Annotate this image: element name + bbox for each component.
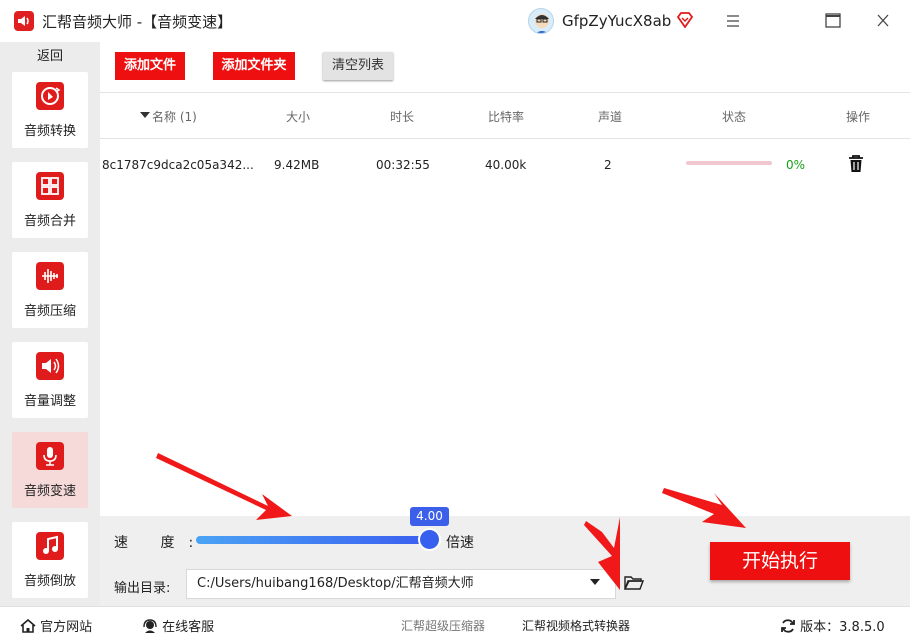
file-list: 名称 (1) 大小 时长 比特率 声道 状态 操作 8c1787c9dca2c0… [100,92,910,516]
music-note-icon [36,532,64,560]
speed-value-tooltip: 4.00 [410,507,449,526]
audio-merge-icon [36,172,64,200]
add-file-button[interactable]: 添加文件 [115,52,185,80]
sidebar: 返回 音频转换 音频合并 音频压缩 音量调整 音频变速 音频倒放 [0,42,100,606]
maximize-icon[interactable] [822,12,844,30]
speed-slider-handle[interactable] [420,530,439,549]
support-link[interactable]: 在线客服 [142,616,214,635]
support-label: 在线客服 [162,620,215,635]
file-size: 9.42MB [274,158,320,172]
speed-unit: 倍速 [446,535,474,551]
file-bitrate: 40.00k [485,158,527,172]
support-icon [143,619,157,633]
sort-caret-icon[interactable] [140,108,150,122]
start-button[interactable]: 开始执行 [710,542,850,580]
sidebar-item-label: 音频变速 [23,484,76,499]
back-button[interactable]: 返回 [10,46,90,68]
output-dir-label: 输出目录: [114,581,171,596]
status-percent: 0% [786,158,806,172]
sidebar-item-volume-adjust[interactable]: 音量调整 [12,342,88,418]
file-name: 8c1787c9dca2c05a342... [102,158,254,172]
sidebar-item-label: 音频压缩 [23,304,76,319]
avatar[interactable] [528,8,554,34]
sidebar-item-audio-compress[interactable]: 音频压缩 [12,252,88,328]
sidebar-item-label: 音频倒放 [23,574,76,589]
sidebar-item-audio-reverse[interactable]: 音频倒放 [12,522,88,598]
microphone-icon [36,442,64,470]
compressor-link[interactable]: 汇帮超级压缩器 [401,617,485,634]
status-bar: 官方网站 在线客服 汇帮超级压缩器 汇帮视频格式转换器 版本：3.8.5.0 [0,606,910,640]
speed-slider-track[interactable] [196,536,430,544]
sidebar-item-label: 音频合并 [23,214,76,229]
sidebar-item-label: 音频转换 [23,124,76,139]
settings-panel: 速 度: 4.00 倍速 输出目录: C:/Users/huibang168/D… [100,507,910,606]
clear-list-button[interactable]: 清空列表 [323,52,393,80]
home-icon [20,618,36,633]
title-bar: 汇帮音频大师 -【音频变速】 GfpZyYucX8ab [0,0,910,42]
website-label: 官方网站 [40,620,93,635]
column-name[interactable]: 名称 (1) [152,108,197,125]
sidebar-item-audio-convert[interactable]: 音频转换 [12,72,88,148]
trash-icon[interactable] [848,155,864,173]
column-status[interactable]: 状态 [722,108,746,125]
column-channels[interactable]: 声道 [598,108,622,125]
sidebar-item-audio-speed[interactable]: 音频变速 [12,432,88,508]
video-converter-link[interactable]: 汇帮视频格式转换器 [522,617,630,634]
audio-compress-icon [36,262,64,290]
close-icon[interactable] [872,12,894,30]
volume-adjust-icon [36,352,64,380]
audio-convert-icon [36,82,64,110]
column-duration[interactable]: 时长 [390,108,414,125]
progress-bar [686,161,772,165]
column-action: 操作 [846,110,871,124]
column-size[interactable]: 大小 [286,108,310,125]
toolbar: 添加文件 添加文件夹 清空列表 [100,42,910,92]
sidebar-item-label: 音量调整 [23,394,76,409]
add-folder-button[interactable]: 添加文件夹 [213,52,295,80]
version-label: 版本： [800,620,840,635]
file-duration: 00:32:55 [376,158,430,172]
output-dir-select[interactable]: C:/Users/huibang168/Desktop/汇帮音频大师 [186,569,616,599]
dropdown-caret-icon[interactable] [590,579,600,585]
menu-icon[interactable] [722,12,744,30]
app-title: 汇帮音频大师 -【音频变速】 [42,13,233,31]
refresh-icon [781,619,795,633]
speed-label: 速 度: [114,535,208,551]
app-logo-icon [14,11,34,31]
file-channels: 2 [604,158,612,172]
folder-open-icon[interactable] [623,575,645,595]
version-number: 3.8.5.0 [839,620,885,635]
username[interactable]: GfpZyYucX8ab [562,12,671,30]
website-link[interactable]: 官方网站 [20,616,92,635]
version-info[interactable]: 版本：3.8.5.0 [780,616,885,635]
column-bitrate[interactable]: 比特率 [488,108,524,125]
sidebar-item-audio-merge[interactable]: 音频合并 [12,162,88,238]
vip-diamond-icon[interactable] [676,12,694,32]
list-header: 名称 (1) 大小 时长 比特率 声道 状态 操作 [100,93,910,139]
